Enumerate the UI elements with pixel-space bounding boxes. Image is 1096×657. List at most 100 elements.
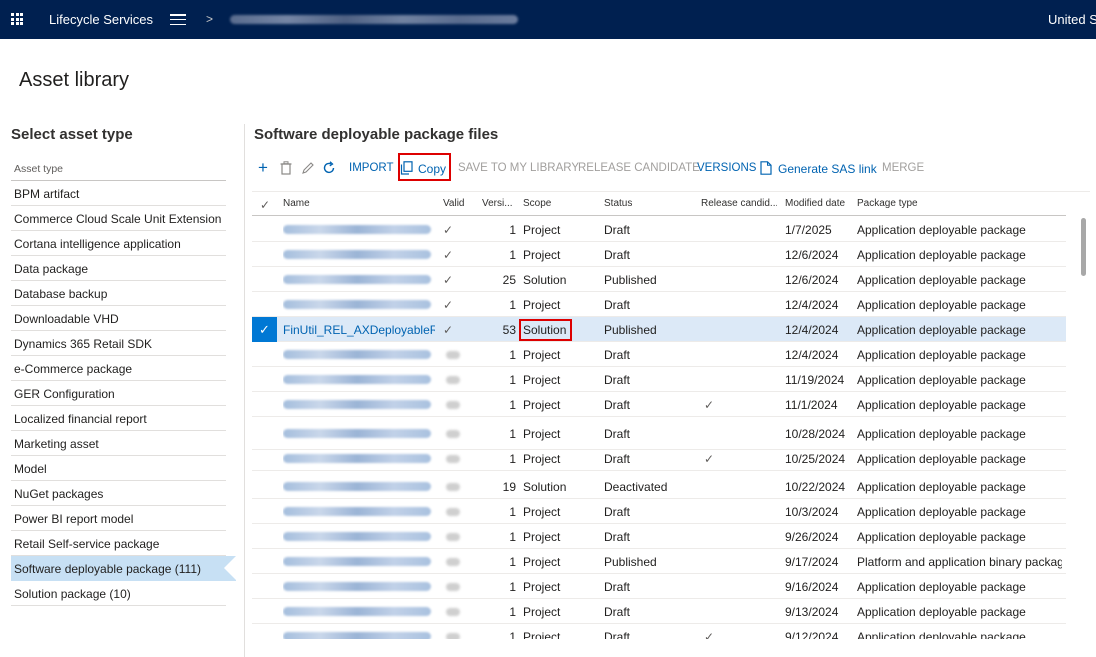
package-name-redacted[interactable]	[283, 505, 435, 519]
asset-type-item[interactable]: e-Commerce package	[11, 356, 226, 381]
asset-type-item[interactable]: BPM artifact	[11, 181, 226, 206]
asset-type-item[interactable]: Software deployable package (111)	[11, 556, 236, 581]
table-row[interactable]: ✓ 1 Project Draft 1/7/2025 Application deploy…	[252, 217, 1066, 242]
package-name-redacted[interactable]	[283, 373, 435, 387]
asset-type-item[interactable]: Commerce Cloud Scale Unit Extension	[11, 206, 226, 231]
status-cell: Published	[604, 273, 657, 287]
table-row[interactable]: 1 Project Draft ✓ 9/12/2024 Application deplo…	[252, 624, 1066, 639]
app-name[interactable]: Lifecycle Services	[49, 12, 153, 27]
refresh-icon[interactable]	[322, 161, 336, 175]
asset-type-item[interactable]: Dynamics 365 Retail SDK	[11, 331, 226, 356]
column-header-status[interactable]: Status	[604, 198, 684, 209]
asset-type-item[interactable]: NuGet packages	[11, 481, 226, 506]
table-row[interactable]: ✓ 1 Project Draft 12/6/2024 Application deplo…	[252, 242, 1066, 267]
asset-type-item[interactable]: Downloadable VHD	[11, 306, 226, 331]
column-header-package-type[interactable]: Package type	[857, 198, 1062, 209]
package-name-redacted[interactable]	[283, 273, 435, 287]
scope-cell: Project	[523, 373, 561, 387]
save-to-library-button[interactable]: SAVE TO MY LIBRARY	[458, 162, 579, 174]
copy-button[interactable]: Copy	[418, 162, 446, 176]
grid-vertical-scrollbar[interactable]	[1081, 218, 1086, 276]
table-row[interactable]: ✓ 1 Project Draft 12/4/2024 Application deplo…	[252, 292, 1066, 317]
redacted-name-blur	[283, 632, 431, 639]
table-row[interactable]: ✓ 25 Solution Published 12/6/2024 Application…	[252, 267, 1066, 292]
delete-icon[interactable]	[279, 161, 293, 175]
asset-type-item[interactable]: Data package	[11, 256, 226, 281]
asset-type-item[interactable]: Model	[11, 456, 226, 481]
column-header-release-candidate[interactable]: Release candid...	[701, 198, 777, 209]
package-name-redacted[interactable]	[283, 348, 435, 362]
valid-redacted	[443, 373, 473, 387]
add-icon[interactable]: +	[256, 159, 270, 176]
table-row[interactable]: 1 Project Draft 9/26/2024 Application deploy…	[252, 524, 1066, 549]
package-type-cell: Application deployable package	[857, 480, 1026, 494]
valid-redacted	[443, 398, 473, 412]
hamburger-menu-icon[interactable]	[170, 14, 186, 25]
redacted-valid-blur	[446, 533, 460, 541]
table-row[interactable]: 1 Project Draft 9/16/2024 Application deploy…	[252, 574, 1066, 599]
status-cell: Draft	[604, 398, 631, 412]
table-row[interactable]: 19 Solution Deactivated 10/22/2024 Applicati…	[252, 474, 1066, 499]
package-name-redacted[interactable]	[283, 605, 435, 619]
copy-icon[interactable]	[400, 161, 414, 175]
merge-button[interactable]: MERGE	[882, 162, 924, 174]
import-button[interactable]: IMPORT	[349, 162, 394, 174]
table-row[interactable]: 1 Project Draft 12/4/2024 Application deploy…	[252, 342, 1066, 367]
page-title: Asset library	[19, 69, 130, 91]
package-name-redacted[interactable]	[283, 398, 435, 412]
column-header-modified-date[interactable]: Modified date	[785, 198, 853, 209]
redacted-name-blur	[283, 507, 431, 516]
package-name-redacted[interactable]	[283, 555, 435, 569]
asset-type-item[interactable]: Localized financial report	[11, 406, 226, 431]
generate-sas-link-button[interactable]: Generate SAS link	[778, 162, 877, 176]
package-name-redacted[interactable]	[283, 427, 435, 441]
package-name-link[interactable]: FinUtil_REL_AXDeployableRu...	[283, 323, 435, 337]
grid-header-row: ✓ Name Valid Versi... Scope Status Relea…	[252, 192, 1066, 216]
document-icon[interactable]	[759, 161, 773, 175]
package-name-redacted[interactable]	[283, 480, 435, 494]
table-row[interactable]: 1 Project Draft ✓ 10/25/2024 Application depl…	[252, 446, 1066, 471]
package-name-redacted[interactable]	[283, 248, 435, 262]
modified-date-cell: 1/7/2025	[785, 223, 832, 237]
table-row[interactable]: 1 Project Published 9/17/2024 Platform and a…	[252, 549, 1066, 574]
column-header-name[interactable]: Name	[283, 198, 435, 209]
app-launcher-icon[interactable]	[11, 13, 23, 25]
column-header-version[interactable]: Versi...	[482, 198, 516, 209]
version-cell: 1	[509, 505, 516, 519]
region-label[interactable]: United S	[1048, 12, 1096, 27]
asset-type-item[interactable]: Cortana intelligence application	[11, 231, 226, 256]
breadcrumb-project-redacted[interactable]	[230, 15, 518, 24]
select-all-checkbox[interactable]: ✓	[260, 198, 272, 212]
package-name-redacted[interactable]	[283, 580, 435, 594]
package-name-redacted[interactable]	[283, 298, 435, 312]
versions-button[interactable]: VERSIONS	[697, 162, 756, 174]
redacted-name-blur	[283, 350, 431, 359]
asset-type-item[interactable]: Marketing asset	[11, 431, 226, 456]
package-name-redacted[interactable]	[283, 223, 435, 237]
table-row[interactable]: ✓FinUtil_REL_AXDeployableRu...✓53Solutio…	[252, 317, 1066, 342]
asset-type-item[interactable]: GER Configuration	[11, 381, 226, 406]
package-name-redacted[interactable]	[283, 630, 435, 639]
asset-type-item[interactable]: Solution package (10)	[11, 581, 226, 606]
table-row[interactable]: 1 Project Draft 11/19/2024 Application deplo…	[252, 367, 1066, 392]
row-checkbox[interactable]: ✓	[252, 317, 277, 342]
package-type-cell: Application deployable package	[857, 452, 1026, 466]
package-name-redacted[interactable]	[283, 452, 435, 466]
modified-date-cell: 11/1/2024	[785, 398, 838, 412]
asset-type-item[interactable]: Power BI report model	[11, 506, 226, 531]
asset-type-item[interactable]: Retail Self-service package	[11, 531, 226, 556]
column-header-valid[interactable]: Valid	[443, 198, 473, 209]
version-cell: 53	[502, 323, 516, 337]
table-row[interactable]: 1 Project Draft 10/3/2024 Application deploy…	[252, 499, 1066, 524]
version-cell: 25	[502, 273, 516, 287]
redacted-name-blur	[283, 225, 431, 234]
status-cell: Draft	[604, 630, 631, 639]
scope-cell: Project	[523, 348, 561, 362]
edit-icon[interactable]	[301, 161, 315, 175]
asset-type-item[interactable]: Database backup	[11, 281, 226, 306]
table-row[interactable]: 1 Project Draft 9/13/2024 Application deploy…	[252, 599, 1066, 624]
release-candidate-button[interactable]: RELEASE CANDIDATE	[578, 162, 700, 174]
table-row[interactable]: 1 Project Draft ✓ 11/1/2024 Application deplo…	[252, 392, 1066, 417]
package-name-redacted[interactable]	[283, 530, 435, 544]
column-header-scope[interactable]: Scope	[523, 198, 583, 209]
